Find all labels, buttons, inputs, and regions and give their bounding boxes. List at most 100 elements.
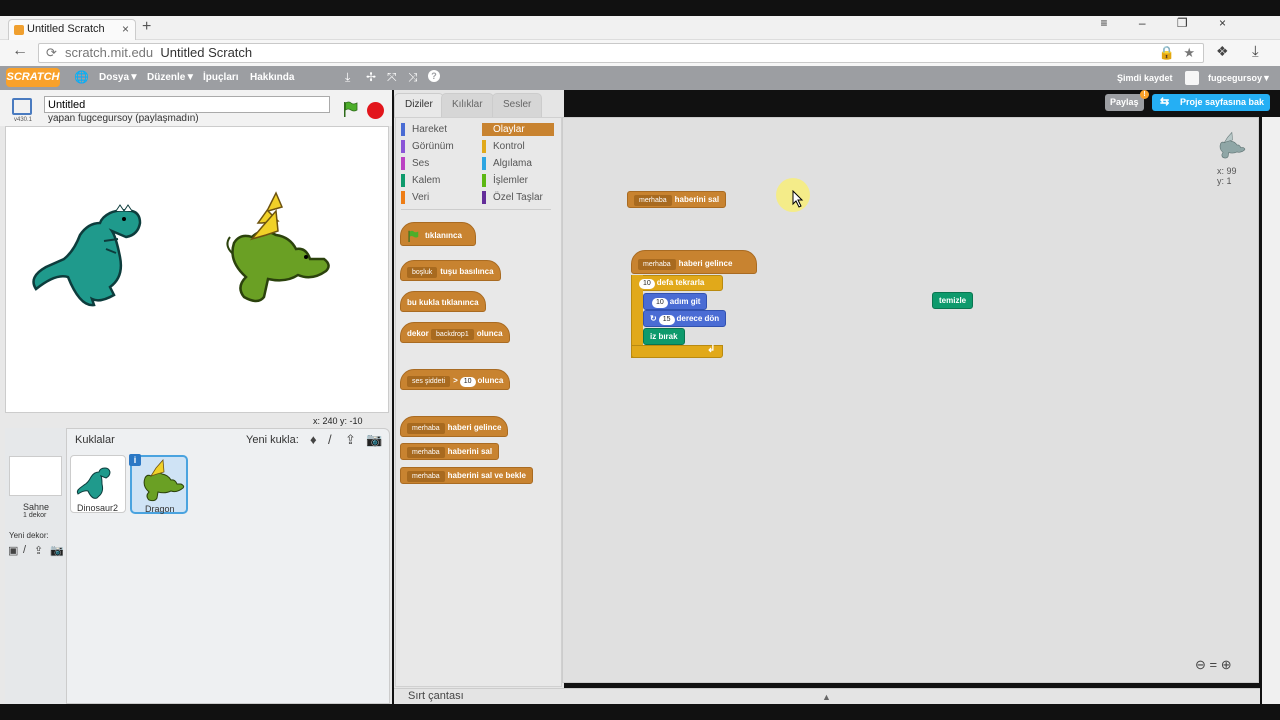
zoom-in-icon[interactable]: ⊕ <box>1221 657 1232 672</box>
move-block[interactable]: 10 adım git <box>643 293 708 310</box>
block-label: tuşu basılınca <box>440 267 494 276</box>
category-events[interactable]: Olaylar <box>482 123 554 136</box>
user-folder-icon[interactable] <box>1185 71 1199 85</box>
scratch-logo[interactable]: SCRATCH <box>6 68 60 87</box>
zoom-reset-icon[interactable]: = <box>1210 657 1218 672</box>
reload-icon[interactable]: ⟳ <box>46 44 57 62</box>
category-control[interactable]: Kontrol <box>482 140 554 153</box>
script-broadcast-block[interactable]: merhaba haberini sal <box>627 191 727 208</box>
delete-tool-icon[interactable]: ✢ <box>366 70 376 84</box>
category-sound[interactable]: Ses <box>401 157 476 170</box>
back-arrow-icon[interactable]: ← <box>12 42 28 60</box>
help-icon[interactable]: ? <box>428 70 440 82</box>
block-broadcast-and-wait[interactable]: merhaba haberini sal ve bekle <box>400 467 533 484</box>
category-more-blocks[interactable]: Özel Taşlar <box>482 191 554 204</box>
paint-backdrop-icon[interactable]: / <box>23 544 26 556</box>
menu-edit[interactable]: Düzenle▼ <box>147 72 195 83</box>
duplicate-tool-icon[interactable]: ⤓ <box>345 70 350 85</box>
project-title-input[interactable] <box>44 96 330 113</box>
backpack-arrow-icon[interactable]: ▲ <box>822 690 831 704</box>
block-when-loudness[interactable]: ses şiddeti >10 olunca <box>400 369 511 390</box>
steps-input[interactable]: 10 <box>652 298 668 308</box>
sensor-dropdown[interactable]: ses şiddeti <box>407 376 451 387</box>
category-motion[interactable]: Hareket <box>401 123 476 136</box>
turn-block[interactable]: ↻ 15 derece dön <box>643 310 727 327</box>
share-button[interactable]: Paylaş <box>1105 94 1144 111</box>
menu-about[interactable]: Hakkında <box>250 72 294 83</box>
menu-tips[interactable]: İpuçları <box>203 72 239 83</box>
dinosaur-sprite[interactable] <box>32 204 142 307</box>
new-tab-button[interactable]: + <box>142 18 151 36</box>
category-looks[interactable]: Görünüm <box>401 140 476 153</box>
script-area[interactable]: merhaba haberini sal merhaba haberi gelinc… <box>562 117 1259 683</box>
camera-icon[interactable]: 📷 <box>366 432 382 448</box>
paint-sprite-icon[interactable]: / <box>328 432 332 447</box>
block-when-key-pressed[interactable]: boşluk tuşu basılınca <box>400 260 501 281</box>
degrees-input[interactable]: 15 <box>658 315 675 325</box>
block-when-flag-clicked[interactable]: tıklanınca <box>400 222 476 246</box>
message-dropdown[interactable]: merhaba <box>407 447 445 458</box>
user-menu[interactable]: fugcegursoy▼ <box>1208 73 1271 83</box>
block-broadcast[interactable]: merhaba haberini sal <box>400 443 500 460</box>
number-input[interactable]: 10 <box>459 377 476 387</box>
shrink-tool-icon[interactable]: ⤨ <box>408 70 418 85</box>
current-sprite-icon <box>1219 131 1246 159</box>
dragon-sprite[interactable] <box>226 191 330 303</box>
category-pen[interactable]: Kalem <box>401 174 476 187</box>
choose-sprite-icon[interactable]: ♦ <box>310 432 317 447</box>
url-page-title: Untitled Scratch <box>160 45 253 60</box>
page-scrollbar[interactable] <box>1262 117 1280 704</box>
fullscreen-icon[interactable] <box>12 98 32 115</box>
message-dropdown[interactable]: merhaba <box>638 259 676 270</box>
category-operators[interactable]: İşlemler <box>482 174 554 187</box>
tab-costumes[interactable]: Kılıklar <box>441 93 494 117</box>
zoom-out-icon[interactable]: ⊖ <box>1195 657 1206 672</box>
block-operator: > <box>453 376 458 385</box>
tab-scripts[interactable]: Diziler <box>394 93 444 118</box>
palette-divider <box>401 209 551 210</box>
upload-sprite-icon[interactable]: ⇪ <box>345 432 356 448</box>
message-dropdown[interactable]: merhaba <box>407 423 445 434</box>
category-sensing[interactable]: Algılama <box>482 157 554 170</box>
block-when-sprite-clicked[interactable]: bu kukla tıklanınca <box>400 291 486 312</box>
project-page-button[interactable]: ⇆ Proje sayfasına bak <box>1152 94 1271 111</box>
backdrop-dropdown[interactable]: backdrop1 <box>431 329 474 340</box>
block-label: haberi gelince <box>447 423 502 432</box>
green-flag-icon[interactable] <box>342 101 358 117</box>
script-stack[interactable]: merhaba haberi gelince 10 defa tekrarla ↲ … <box>631 250 757 358</box>
stop-button[interactable] <box>367 102 384 119</box>
repeat-count-input[interactable]: 10 <box>639 279 655 289</box>
globe-icon[interactable]: 🌐 <box>74 70 89 84</box>
stage-canvas[interactable] <box>5 126 389 413</box>
grow-tool-icon[interactable]: ⤧ <box>387 70 397 85</box>
extension-icon[interactable]: ❖ <box>1216 43 1229 60</box>
pen-down-block[interactable]: iz bırak <box>643 328 685 345</box>
star-icon[interactable]: ★ <box>1183 44 1195 62</box>
block-when-backdrop-switches[interactable]: dekor backdrop1 olunca <box>400 322 510 343</box>
browser-tab[interactable]: Untitled Scratch × <box>8 19 136 40</box>
window-controls[interactable]: ≡ – ❐ × <box>1101 16 1240 30</box>
download-icon[interactable]: ⤓ <box>1252 43 1259 60</box>
menu-file[interactable]: Dosya▼ <box>99 72 139 83</box>
upload-backdrop-icon[interactable]: ⇪ <box>34 544 43 557</box>
message-dropdown[interactable]: merhaba <box>634 195 672 206</box>
sprite-thumb-dinosaur2[interactable]: Dinosaur2 <box>70 455 126 513</box>
key-dropdown[interactable]: boşluk <box>407 267 438 278</box>
sprite-info-icon[interactable]: i <box>129 454 141 466</box>
camera-backdrop-icon[interactable]: 📷 <box>50 544 64 557</box>
choose-backdrop-icon[interactable]: ▣ <box>8 544 18 557</box>
block-label: adım git <box>669 297 701 306</box>
save-now-link[interactable]: Şimdi kaydet <box>1117 73 1173 83</box>
message-dropdown[interactable]: merhaba <box>407 471 445 482</box>
share-alert-badge: ! <box>1140 90 1149 99</box>
script-when-i-receive[interactable]: merhaba haberi gelince <box>631 250 757 274</box>
category-data[interactable]: Veri <box>401 191 476 204</box>
url-field[interactable]: ⟳ scratch.mit.edu Untitled Scratch 🔒 ★ <box>38 43 1204 63</box>
clear-block[interactable]: temizle <box>932 292 974 309</box>
lock-icon: 🔒 <box>1158 45 1175 60</box>
block-when-i-receive[interactable]: merhaba haberi gelince <box>400 416 509 437</box>
backpack-bar[interactable]: Sırt çantası ▲ <box>394 688 1260 704</box>
tab-close-icon[interactable]: × <box>122 20 129 39</box>
stage-thumbnail[interactable] <box>9 456 62 496</box>
tab-sounds[interactable]: Sesler <box>492 93 543 117</box>
